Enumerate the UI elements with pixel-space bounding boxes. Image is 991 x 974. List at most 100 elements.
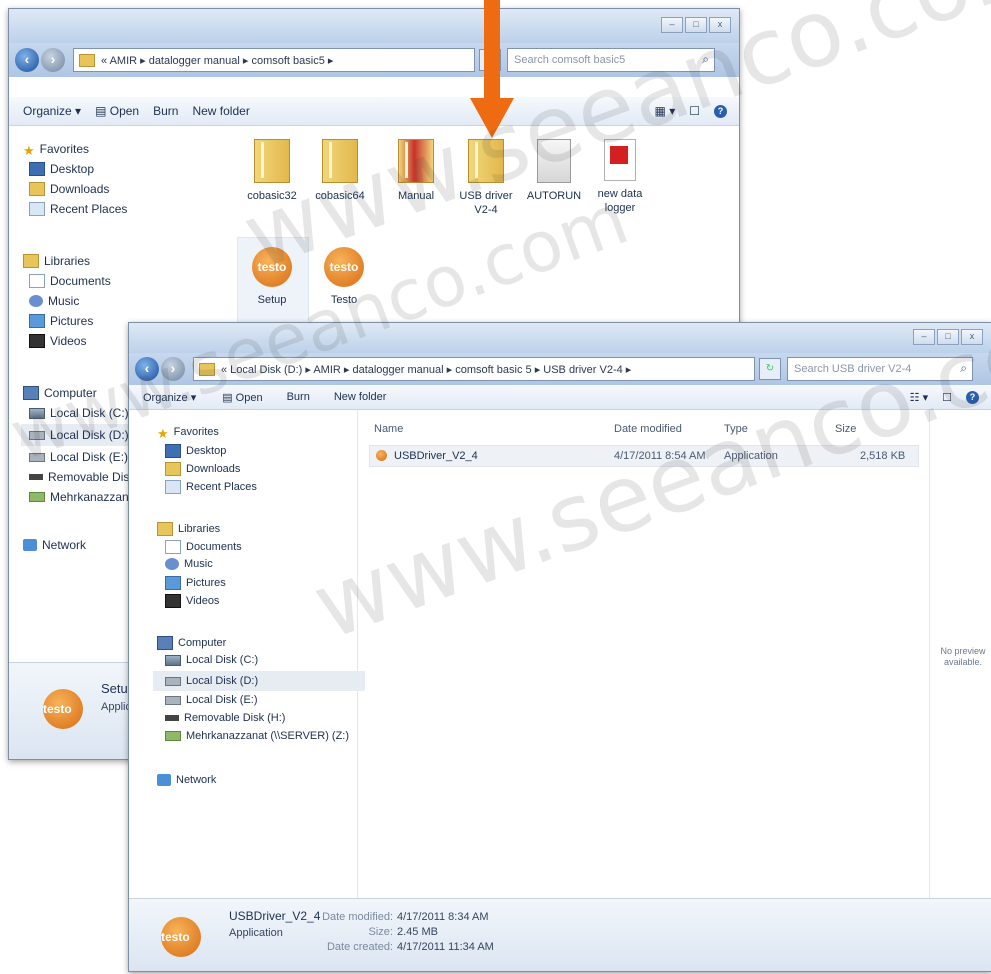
maximize-button[interactable]: □ (937, 329, 959, 345)
file-tile[interactable]: testo Testo (309, 247, 379, 307)
address-bar[interactable]: « Local Disk (D:) ▸ AMIR ▸ datalogger ma… (193, 357, 755, 381)
network-drive-icon (165, 731, 181, 741)
view-options-icon[interactable]: ☷ ▾ (910, 391, 928, 404)
nav-music[interactable]: Music (165, 558, 213, 570)
file-tile[interactable]: testo Setup (237, 247, 307, 307)
nav-network-drive[interactable]: Mehrkanazzanat (\\SERVER) (Z:) (165, 730, 349, 742)
folder-icon (79, 53, 95, 67)
nav-local-disk-e[interactable]: Local Disk (E:) (29, 450, 128, 464)
nav-network[interactable]: Network (157, 774, 216, 786)
search-input[interactable]: Search comsoft basic5 ⌕ (507, 48, 715, 72)
desktop-icon (29, 162, 45, 176)
testo-icon: testo (252, 247, 292, 287)
nav-videos[interactable]: Videos (29, 334, 86, 348)
nav-favorites[interactable]: ★ Favorites (157, 426, 219, 441)
nav-videos[interactable]: Videos (165, 594, 219, 608)
nav-music[interactable]: Music (29, 294, 79, 308)
nav-recent-places[interactable]: Recent Places (165, 480, 257, 494)
maximize-button[interactable]: □ (685, 17, 707, 33)
nav-libraries[interactable]: Libraries (157, 522, 220, 536)
drive-icon (29, 430, 45, 440)
column-header-date[interactable]: Date modified (614, 423, 682, 435)
nav-label: Local Disk (D:) (186, 675, 259, 687)
file-name: new data logger (597, 188, 643, 214)
nav-desktop[interactable]: Desktop (165, 444, 226, 458)
nav-network-drive[interactable]: Mehrkanazzanat (29, 490, 139, 504)
downloads-icon (165, 462, 181, 476)
nav-label: Music (48, 294, 80, 308)
view-options-icon[interactable]: ▦ ▾ (655, 104, 676, 118)
new-folder-button[interactable]: New folder (334, 391, 387, 403)
nav-local-disk-c[interactable]: Local Disk (C:) (29, 406, 129, 420)
back-icon[interactable]: ‹ (135, 357, 159, 381)
nav-documents[interactable]: Documents (165, 540, 242, 554)
testo-icon: testo (324, 247, 364, 287)
file-tile[interactable]: new data logger (585, 139, 655, 215)
organize-button[interactable]: Organize ▾ (143, 391, 196, 404)
nav-computer[interactable]: Computer (157, 636, 226, 650)
libraries-icon (157, 522, 173, 536)
organize-button[interactable]: Organize ▾ (23, 104, 81, 118)
search-placeholder: Search comsoft basic5 (514, 54, 626, 66)
help-icon[interactable]: ? (714, 104, 727, 118)
help-icon[interactable]: ? (966, 390, 979, 404)
nav-label: Mehrkanazzanat (50, 490, 139, 504)
file-tile[interactable]: cobasic32 (237, 139, 307, 203)
address-bar[interactable]: « AMIR ▸ datalogger manual ▸ comsoft bas… (73, 48, 475, 72)
nav-downloads[interactable]: Downloads (29, 182, 109, 196)
nav-network[interactable]: Network (23, 538, 86, 552)
drive-icon (29, 452, 45, 462)
setup-file-icon (537, 139, 571, 183)
desktop-icon (165, 444, 181, 458)
nav-favorites[interactable]: ★ Favorites (23, 142, 89, 158)
nav-local-disk-c[interactable]: Local Disk (C:) (165, 654, 258, 666)
nav-removable-disk[interactable]: Removable Disk (29, 470, 135, 484)
nav-documents[interactable]: Documents (29, 274, 111, 288)
forward-icon[interactable]: › (41, 48, 65, 72)
search-input[interactable]: Search USB driver V2-4 ⌕ (787, 357, 973, 381)
open-button[interactable]: ▤ Open (222, 391, 262, 404)
nav-downloads[interactable]: Downloads (165, 462, 240, 476)
refresh-icon[interactable]: ↻ (759, 358, 781, 380)
close-button[interactable]: x (709, 17, 731, 33)
nav-local-disk-e[interactable]: Local Disk (E:) (165, 694, 258, 706)
nav-pictures[interactable]: Pictures (165, 576, 226, 590)
network-drive-icon (29, 492, 45, 502)
title-bar[interactable]: – □ x (9, 9, 739, 43)
burn-button[interactable]: Burn (153, 104, 178, 118)
file-tile[interactable]: USB driver V2-4 (451, 139, 521, 217)
preview-pane-icon[interactable]: ☐ (689, 104, 700, 118)
new-folder-button[interactable]: New folder (192, 104, 249, 118)
table-row[interactable]: USBDriver_V2_4 4/17/2011 8:54 AM Applica… (369, 445, 919, 467)
title-bar[interactable]: – □ x (129, 323, 991, 353)
nav-removable-disk[interactable]: Removable Disk (H:) (165, 712, 285, 724)
nav-recent-places[interactable]: Recent Places (29, 202, 127, 216)
column-header-type[interactable]: Type (724, 423, 748, 435)
burn-button[interactable]: Burn (287, 391, 310, 403)
file-tile[interactable]: Manual (381, 139, 451, 203)
open-label: Open (235, 391, 263, 404)
row-type: Application (724, 450, 778, 462)
nav-label: Music (184, 558, 213, 570)
testo-icon: testo (161, 917, 201, 957)
back-icon[interactable]: ‹ (15, 48, 39, 72)
open-button[interactable]: ▤ Open (95, 104, 139, 118)
close-button[interactable]: x (961, 329, 983, 345)
forward-icon[interactable]: › (161, 357, 185, 381)
column-header-name[interactable]: Name (374, 423, 403, 435)
minimize-button[interactable]: – (661, 17, 683, 33)
nav-pictures[interactable]: Pictures (29, 314, 93, 328)
column-header-size[interactable]: Size (835, 423, 856, 435)
file-tile[interactable]: AUTORUN (519, 139, 589, 203)
nav-local-disk-d[interactable]: Local Disk (D:) (21, 424, 139, 446)
minimize-button[interactable]: – (913, 329, 935, 345)
file-tile[interactable]: cobasic64 (305, 139, 375, 203)
nav-libraries[interactable]: Libraries (23, 254, 90, 268)
nav-computer[interactable]: Computer (23, 386, 97, 400)
videos-icon (29, 334, 45, 348)
file-name: Manual (397, 190, 435, 202)
nav-desktop[interactable]: Desktop (29, 162, 94, 176)
preview-pane-icon[interactable]: ☐ (942, 391, 952, 404)
nav-label: Pictures (50, 314, 94, 328)
nav-local-disk-d[interactable]: Local Disk (D:) (153, 671, 365, 691)
